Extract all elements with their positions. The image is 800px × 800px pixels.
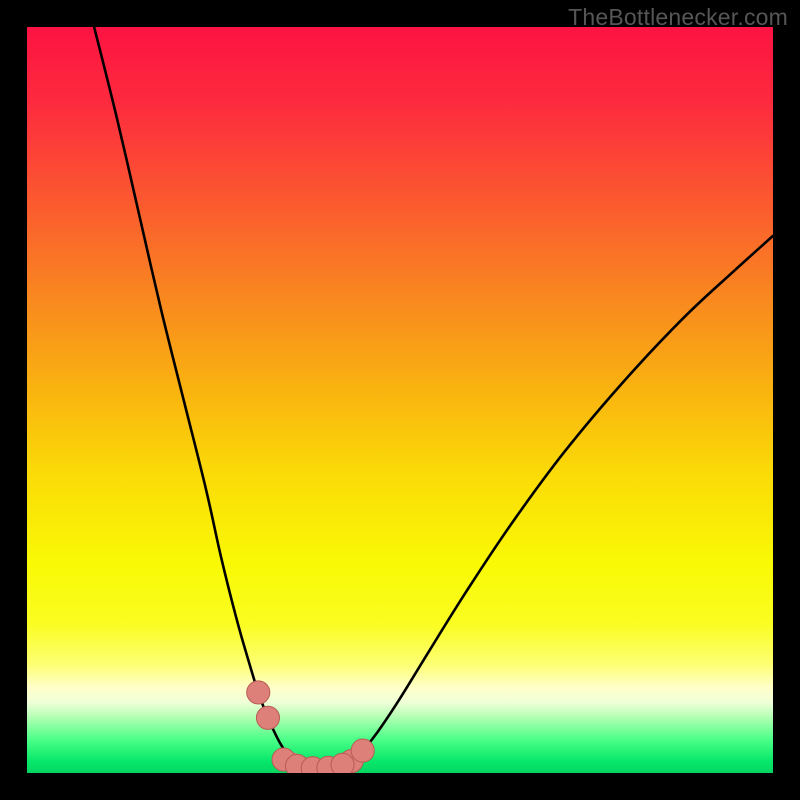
data-marker — [256, 706, 279, 729]
curve-right — [340, 236, 773, 766]
chart-frame: TheBottlenecker.com — [0, 0, 800, 800]
data-marker — [331, 753, 354, 773]
curve-layer — [27, 27, 773, 773]
data-marker — [247, 681, 270, 704]
data-marker — [351, 739, 374, 762]
plot-area — [27, 27, 773, 773]
curve-left — [94, 27, 303, 766]
marker-group — [247, 681, 375, 773]
watermark-text: TheBottlenecker.com — [568, 4, 788, 31]
